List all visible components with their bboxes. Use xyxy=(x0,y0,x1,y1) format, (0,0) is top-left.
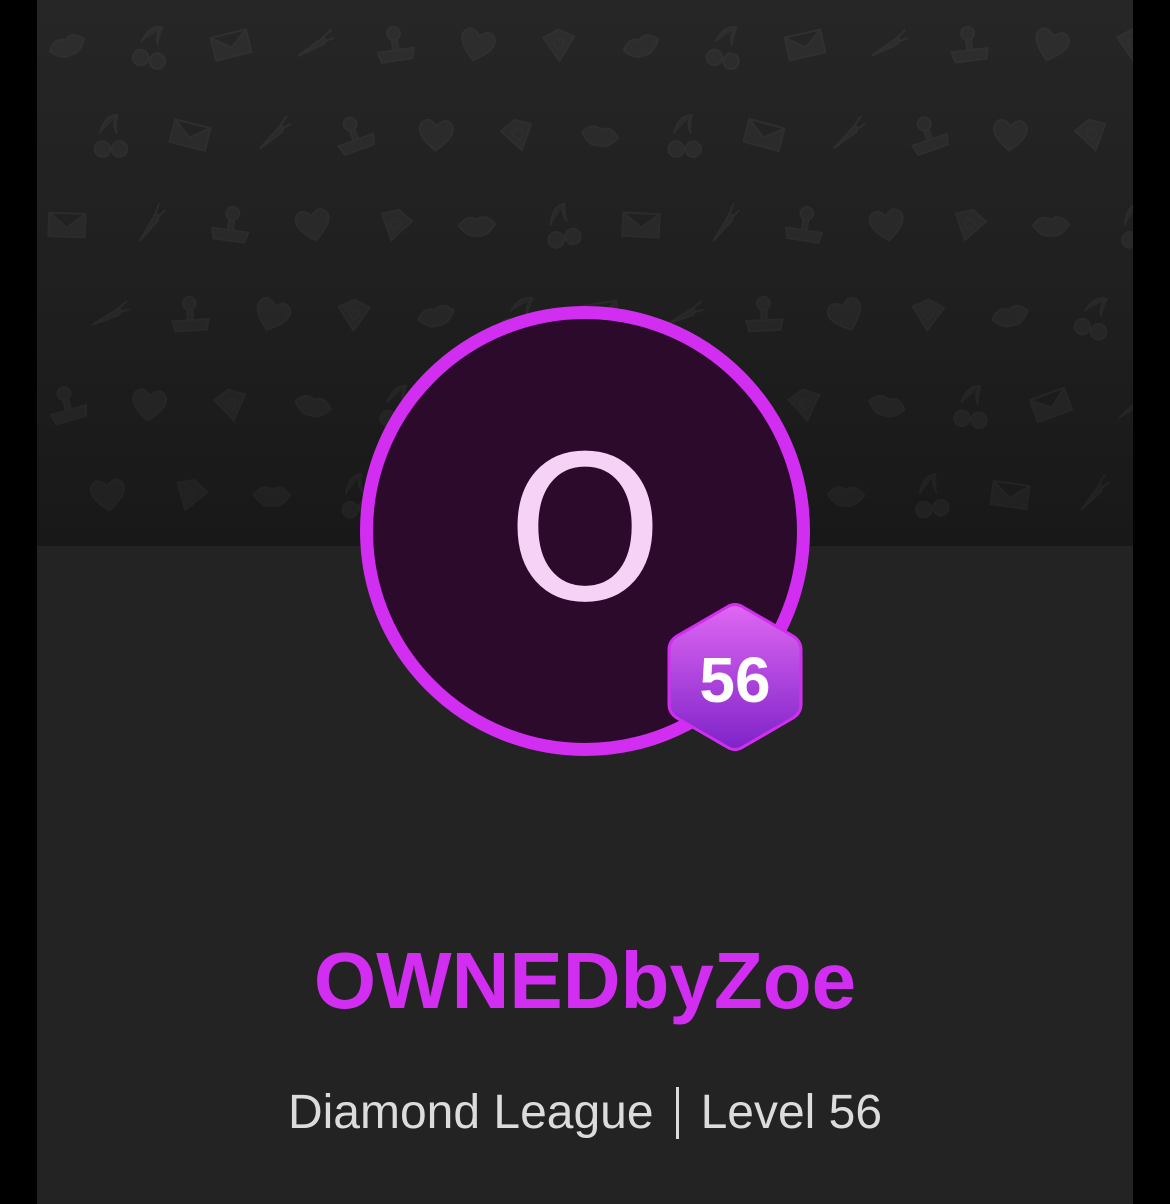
heart-icon xyxy=(461,27,496,62)
heart-gem-icon xyxy=(380,208,414,242)
envelope-icon xyxy=(1028,386,1074,424)
lips-icon xyxy=(868,394,906,418)
cherry-icon xyxy=(131,26,167,70)
cherry-icon xyxy=(953,385,988,429)
cherry-icon xyxy=(1121,202,1133,249)
heart-gem-icon xyxy=(541,28,576,63)
lips-icon xyxy=(252,486,292,507)
carrot-icon xyxy=(712,203,741,242)
joystick-icon xyxy=(211,205,250,244)
cherry-icon xyxy=(1073,297,1109,341)
profile-screen: O 56 OWNEDbyZoe Diamond League Level 56 xyxy=(0,0,1170,1204)
envelope-icon xyxy=(168,118,212,152)
subline-divider xyxy=(675,1087,679,1139)
envelope-icon xyxy=(621,211,661,239)
heart-gem-icon xyxy=(1073,118,1107,152)
envelope-icon xyxy=(47,211,87,239)
level-badge-number: 56 xyxy=(699,644,771,716)
carrot-icon xyxy=(832,115,866,150)
carrot-icon xyxy=(258,115,292,150)
profile-subline: Diamond League Level 56 xyxy=(37,1085,1133,1141)
heart-gem-icon xyxy=(1115,28,1133,63)
heart-gem-icon xyxy=(337,298,372,333)
heart-icon xyxy=(132,388,168,422)
carrot-icon xyxy=(138,203,166,242)
carrot-icon xyxy=(871,29,909,57)
heart-icon xyxy=(89,478,126,512)
heart-gem-icon xyxy=(176,479,209,512)
cherry-icon xyxy=(667,114,703,158)
joystick-icon xyxy=(910,116,949,156)
level-badge[interactable]: 56 xyxy=(667,602,803,752)
lips-icon xyxy=(991,304,1029,328)
carrot-icon xyxy=(1118,387,1133,419)
lips-icon xyxy=(294,395,332,418)
heart-icon xyxy=(868,208,904,242)
joystick-icon xyxy=(376,25,415,64)
joystick-icon xyxy=(785,206,824,244)
lips-icon xyxy=(580,125,620,148)
joystick-icon xyxy=(337,116,376,157)
heart-icon xyxy=(256,296,292,331)
envelope-icon xyxy=(783,28,827,62)
heart-gem-icon xyxy=(499,118,533,152)
carrot-icon xyxy=(297,28,335,57)
heart-icon xyxy=(992,118,1028,152)
heart-gem-icon xyxy=(911,298,946,333)
profile-card: O 56 OWNEDbyZoe Diamond League Level 56 xyxy=(37,0,1133,1204)
lips-icon xyxy=(826,486,866,507)
level-label: Level 56 xyxy=(700,1086,883,1139)
lips-icon xyxy=(48,34,86,58)
carrot-icon xyxy=(91,300,130,326)
heart-gem-icon xyxy=(212,388,247,423)
cherry-icon xyxy=(915,473,950,519)
league-label: Diamond League xyxy=(287,1086,654,1139)
joystick-icon xyxy=(950,25,989,64)
envelope-icon xyxy=(989,479,1031,511)
heart-icon xyxy=(294,208,330,242)
heart-icon xyxy=(1035,27,1070,62)
profile-username: OWNEDbyZoe xyxy=(313,936,857,1025)
carrot-icon xyxy=(1080,474,1111,511)
joystick-icon xyxy=(49,386,88,426)
lips-icon xyxy=(622,34,660,58)
heart-gem-icon xyxy=(954,208,988,242)
envelope-icon xyxy=(209,28,253,62)
lips-icon xyxy=(457,216,497,237)
joystick-icon xyxy=(170,295,210,333)
heart-icon xyxy=(826,296,862,331)
envelope-icon xyxy=(742,117,786,153)
cherry-icon xyxy=(547,202,582,249)
cherry-icon xyxy=(93,114,129,158)
lips-icon xyxy=(1031,216,1071,237)
heart-icon xyxy=(418,118,454,152)
cherry-icon xyxy=(705,26,740,70)
